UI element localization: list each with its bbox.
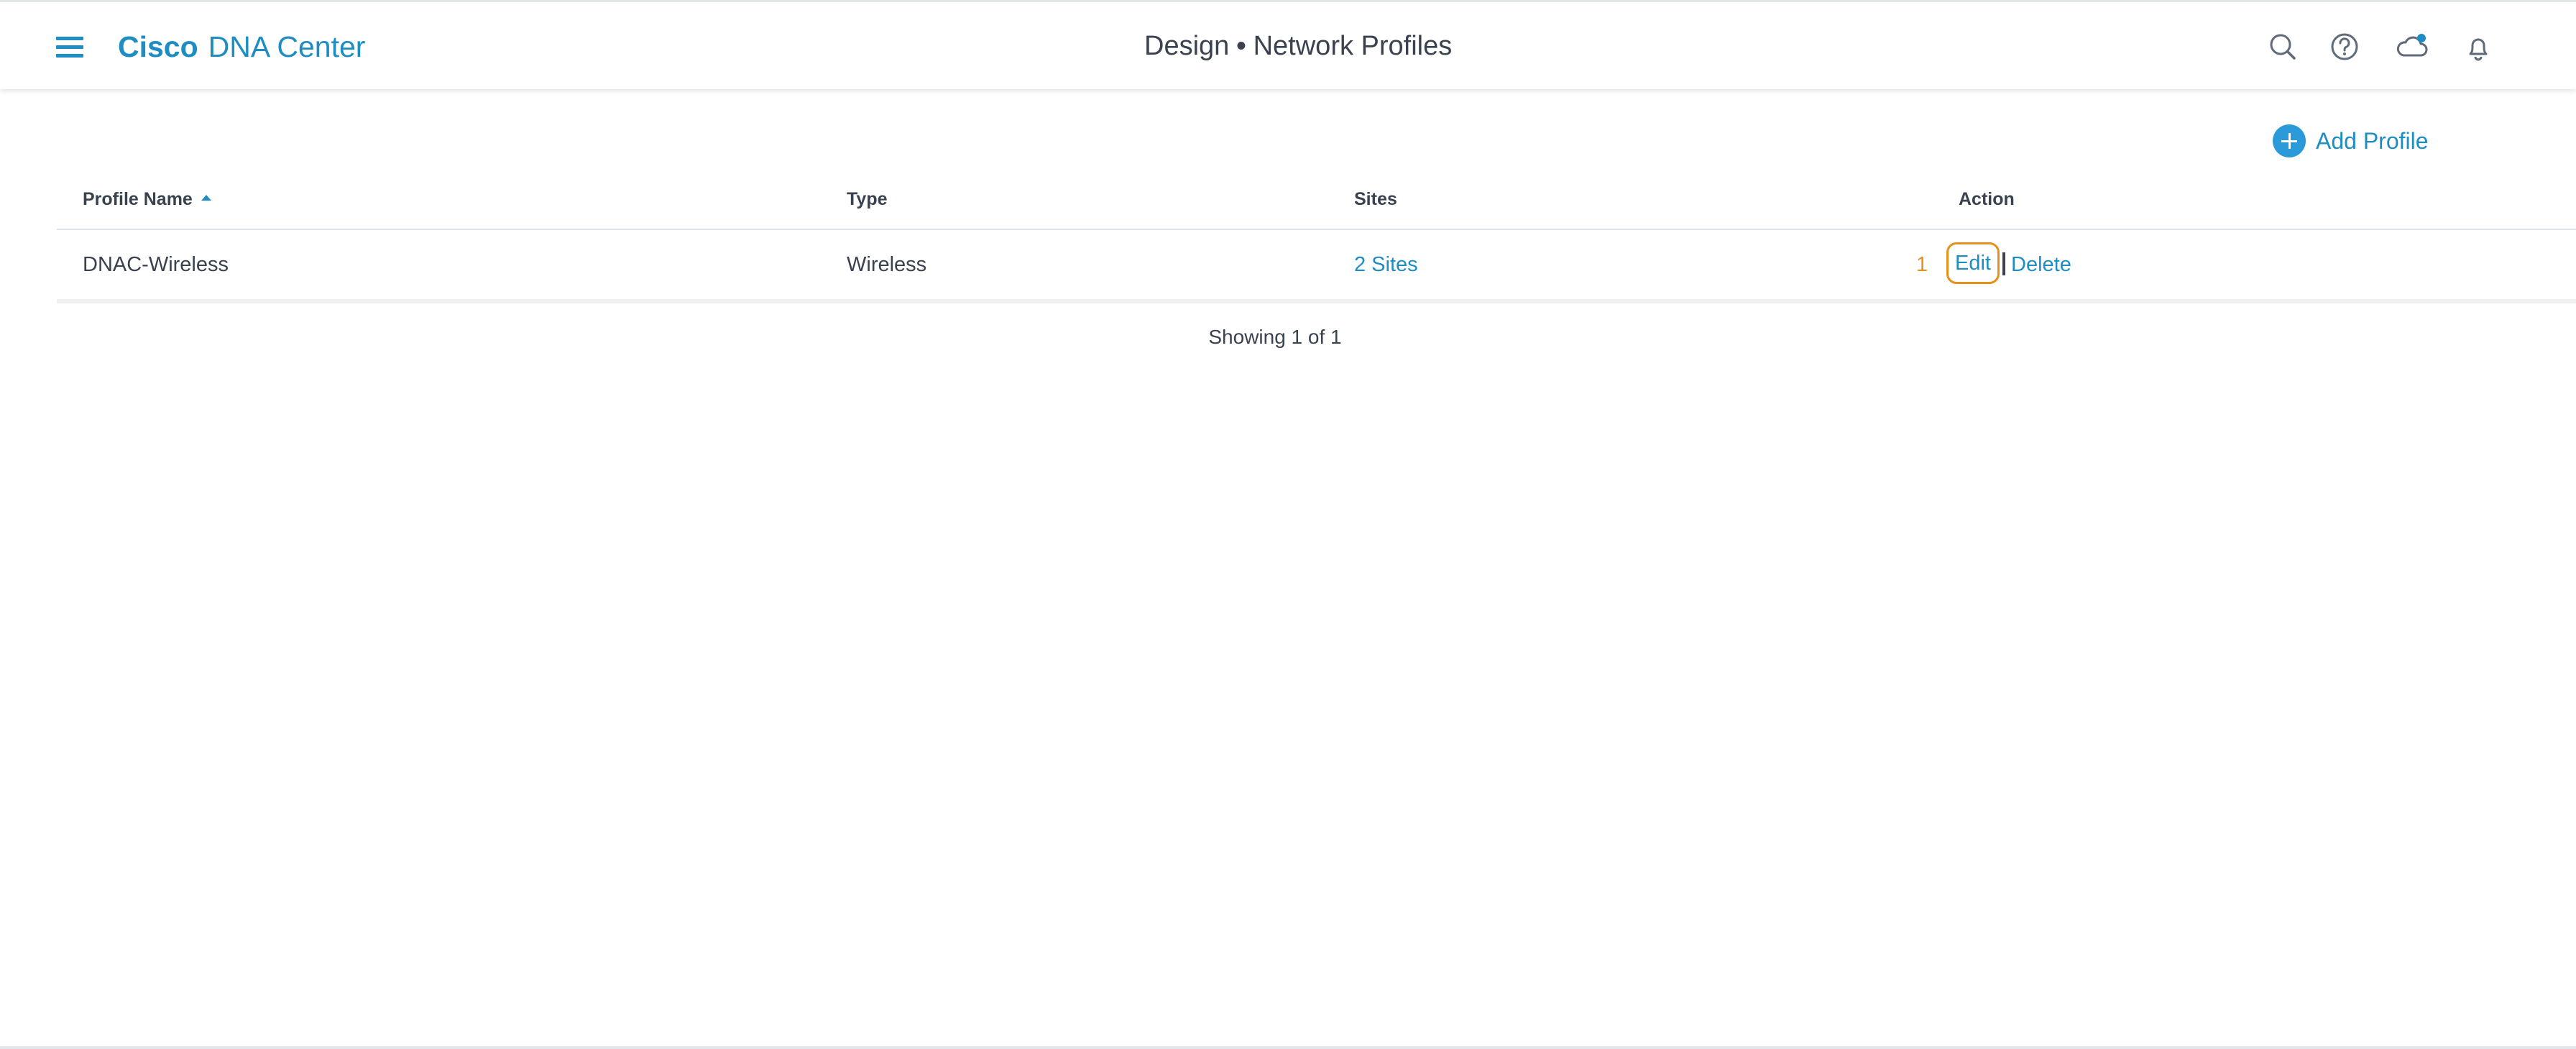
add-profile-label: Add Profile	[2316, 127, 2429, 154]
plus-circle-icon	[2273, 124, 2306, 157]
help-icon[interactable]	[2326, 28, 2363, 65]
profiles-table: Profile Name Type Sites Action DNAC-Wire…	[57, 180, 2576, 303]
pagination-summary: Showing 1 of 1	[1208, 326, 1342, 348]
table-header: Profile Name Type Sites Action	[57, 180, 2576, 230]
delete-button[interactable]: Delete	[2011, 252, 2071, 277]
cell-profile-name: DNAC-Wireless	[83, 253, 229, 276]
brand-logo[interactable]: Cisco DNA Center	[118, 29, 365, 65]
action-divider	[2002, 252, 2005, 275]
table-row: DNAC-Wireless Wireless 2 Sites 1 Edit De…	[57, 230, 2576, 303]
breadcrumb: Design • Network Profiles	[1144, 28, 1452, 64]
sites-link[interactable]: 2 Sites	[1354, 252, 1418, 277]
bell-icon[interactable]	[2460, 28, 2497, 65]
top-navigation-bar: Cisco DNA Center Design • Network Profiles	[0, 0, 2576, 89]
hamburger-menu-icon[interactable]	[56, 35, 85, 58]
bottom-border	[0, 1046, 2576, 1049]
breadcrumb-section: Design	[1144, 31, 1230, 61]
brand-product: DNA Center	[208, 30, 366, 63]
add-profile-button[interactable]: Add Profile	[2273, 124, 2429, 158]
page-title: Network Profiles	[1253, 31, 1453, 61]
column-header-profile-name[interactable]: Profile Name	[83, 188, 211, 210]
search-icon[interactable]	[2264, 28, 2301, 65]
column-label: Profile Name	[83, 189, 193, 209]
brand-cisco: Cisco	[118, 30, 198, 63]
edit-button[interactable]: Edit	[1946, 242, 2000, 284]
annotation-marker: 1	[1916, 253, 1928, 276]
column-header-action: Action	[1959, 189, 2015, 209]
cell-type: Wireless	[847, 253, 927, 276]
cloud-notification-icon[interactable]	[2393, 28, 2431, 65]
column-header-type[interactable]: Type	[847, 188, 888, 210]
breadcrumb-separator: •	[1236, 31, 1246, 61]
column-header-sites[interactable]: Sites	[1354, 188, 1397, 210]
sort-ascending-icon	[201, 195, 211, 201]
